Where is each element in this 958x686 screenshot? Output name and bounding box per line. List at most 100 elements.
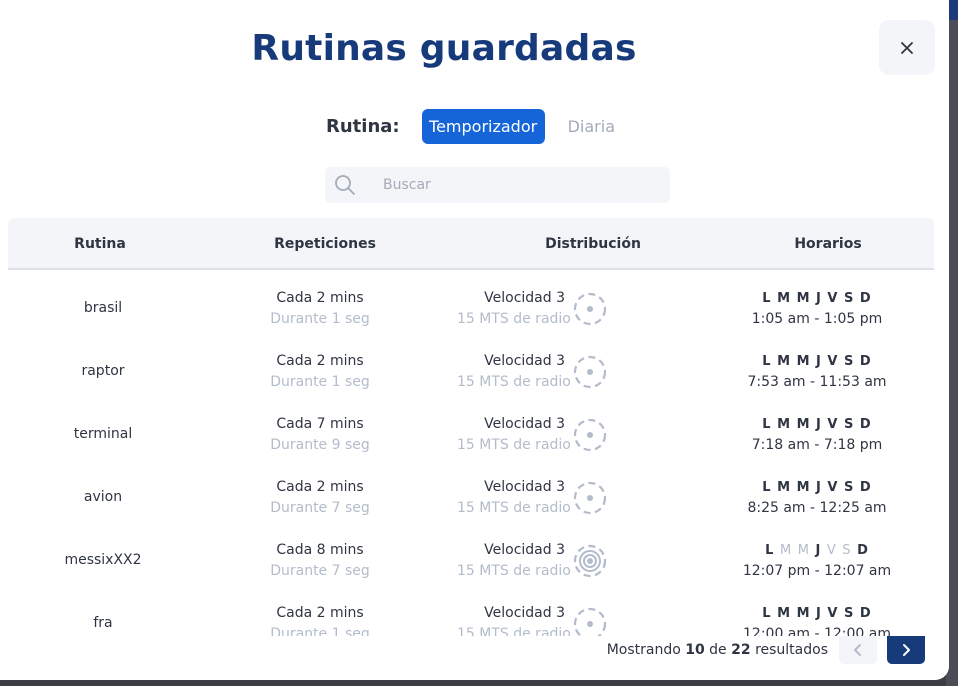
weekday-letter: L [762,291,772,306]
weekday-letter: L [762,354,772,369]
distribution-radius: 15 MTS de radio [457,374,571,390]
weekday-letter: V [827,354,839,369]
weekday-letter: S [844,606,855,621]
weekday-list: L M M J V S D [743,540,891,561]
distribution-radius: 15 MTS de radio [457,626,571,636]
distribution-cell: Velocidad 3 15 MTS de radio [457,603,571,636]
weekday-letter: M [797,543,810,558]
routine-name: fra [93,615,113,631]
saved-routines-modal: Rutinas guardadas Rutina: Temporizador D… [0,0,949,680]
routines-table-body: brasil Cada 2 mins Durante 1 seg Velocidad … [0,270,949,636]
results-total: 22 [731,642,751,658]
repetition-duration: Durante 1 seg [270,626,370,636]
search-input[interactable] [383,177,653,193]
weekday-letter: L [762,606,772,621]
results-suffix: resultados [755,642,828,658]
table-row[interactable]: terminal Cada 7 mins Durante 9 seg Velocida… [0,402,949,465]
weekday-letter: S [844,480,855,495]
weekday-list: L M M J V S D [752,414,882,435]
schedule-cell: L M M J V S D 7:18 am - 7:18 pm [752,414,882,456]
table-row[interactable]: messixXX2 Cada 8 mins Durante 7 seg Velocid… [0,528,949,591]
weekday-letter: S [844,354,855,369]
radius-distribution-icon [573,481,607,515]
tab-diaria[interactable]: Diaria [562,109,621,144]
weekday-letter: L [765,543,775,558]
results-of: de [709,642,727,658]
distribution-cell: Velocidad 3 15 MTS de radio [457,351,571,393]
routine-type-selector: Rutina: Temporizador Diaria [326,109,621,144]
table-row[interactable]: fra Cada 2 mins Durante 1 seg Velocidad 3 15… [0,591,949,636]
table-row[interactable]: raptor Cada 2 mins Durante 1 seg Velocidad … [0,339,949,402]
weekday-letter: J [816,480,822,495]
schedule-cell: L M M J V S D 12:00 am - 12:00 am [743,603,891,636]
schedule-hours: 12:00 am - 12:00 am [743,626,891,636]
weekday-letter: D [859,417,872,432]
column-header-rutina: Rutina [74,236,126,252]
radius-distribution-icon [573,355,607,389]
distribution-speed: Velocidad 3 [484,479,565,495]
repetitions-cell: Cada 2 mins Durante 1 seg [270,603,370,636]
repetition-duration: Durante 7 seg [270,500,370,516]
weekday-letter: V [827,480,839,495]
search-icon [335,175,355,195]
routine-name: messixXX2 [64,552,142,568]
next-page-button[interactable] [887,636,925,664]
repetition-interval: Cada 7 mins [276,416,364,432]
weekday-list: L M M J V S D [752,288,882,309]
schedule-hours: 1:05 am - 1:05 pm [751,311,883,327]
radius-distribution-icon [573,418,607,452]
weekday-letter: M [777,354,792,369]
weekday-letter: V [826,543,837,558]
table-row[interactable]: brasil Cada 2 mins Durante 1 seg Velocidad … [0,276,949,339]
radius-distribution-icon [573,607,607,636]
repetitions-cell: Cada 2 mins Durante 1 seg [270,288,370,330]
tab-temporizador[interactable]: Temporizador [421,109,545,144]
distribution-cell: Velocidad 3 15 MTS de radio [457,414,571,456]
routine-name: brasil [83,300,123,316]
weekday-letter: S [844,291,855,306]
weekday-letter: J [816,354,822,369]
weekday-letter: V [827,291,839,306]
repetitions-cell: Cada 7 mins Durante 9 seg [270,414,370,456]
distribution-speed: Velocidad 3 [484,542,565,558]
modal-title: Rutinas guardadas [251,28,637,69]
weekday-letter: J [816,291,822,306]
previous-page-button[interactable] [839,636,877,664]
table-row[interactable]: avion Cada 2 mins Durante 7 seg Velocidad 3… [0,465,949,528]
distribution-speed: Velocidad 3 [484,290,565,306]
concentric-distribution-icon [573,544,607,578]
weekday-letter: L [762,417,772,432]
weekday-letter: J [815,543,822,558]
weekday-letter: V [827,417,839,432]
repetitions-cell: Cada 8 mins Durante 7 seg [270,540,370,582]
weekday-letter: D [859,606,872,621]
weekday-letter: M [777,480,792,495]
repetition-duration: Durante 1 seg [270,311,370,327]
column-header-repeticiones: Repeticiones [274,236,376,252]
results-summary: Mostrando 10 de 22 resultados [607,642,828,658]
schedule-hours: 8:25 am - 12:25 am [747,500,887,516]
distribution-speed: Velocidad 3 [484,353,565,369]
results-shown: 10 [685,642,705,658]
column-header-horarios: Horarios [794,236,862,252]
weekday-letter: L [762,480,772,495]
chevron-right-icon [903,644,910,656]
repetition-duration: Durante 7 seg [270,563,370,579]
weekday-letter: M [779,543,793,558]
weekday-letter: J [816,606,822,621]
close-icon [901,41,913,54]
repetition-interval: Cada 8 mins [276,542,364,558]
weekday-letter: D [859,354,872,369]
chevron-left-icon [854,644,861,656]
repetition-interval: Cada 2 mins [276,605,364,621]
routine-name: avion [83,489,123,505]
distribution-radius: 15 MTS de radio [457,563,571,579]
weekday-list: L M M J V S D [747,351,886,372]
weekday-letter: D [859,480,872,495]
distribution-speed: Velocidad 3 [484,605,565,621]
weekday-list: L M M J V S D [743,603,891,624]
repetition-interval: Cada 2 mins [276,479,364,495]
pagination-bar: Mostrando 10 de 22 resultados [0,636,949,680]
table-header: Rutina Repeticiones Distribución Horario… [8,218,934,270]
weekday-letter: S [842,543,852,558]
